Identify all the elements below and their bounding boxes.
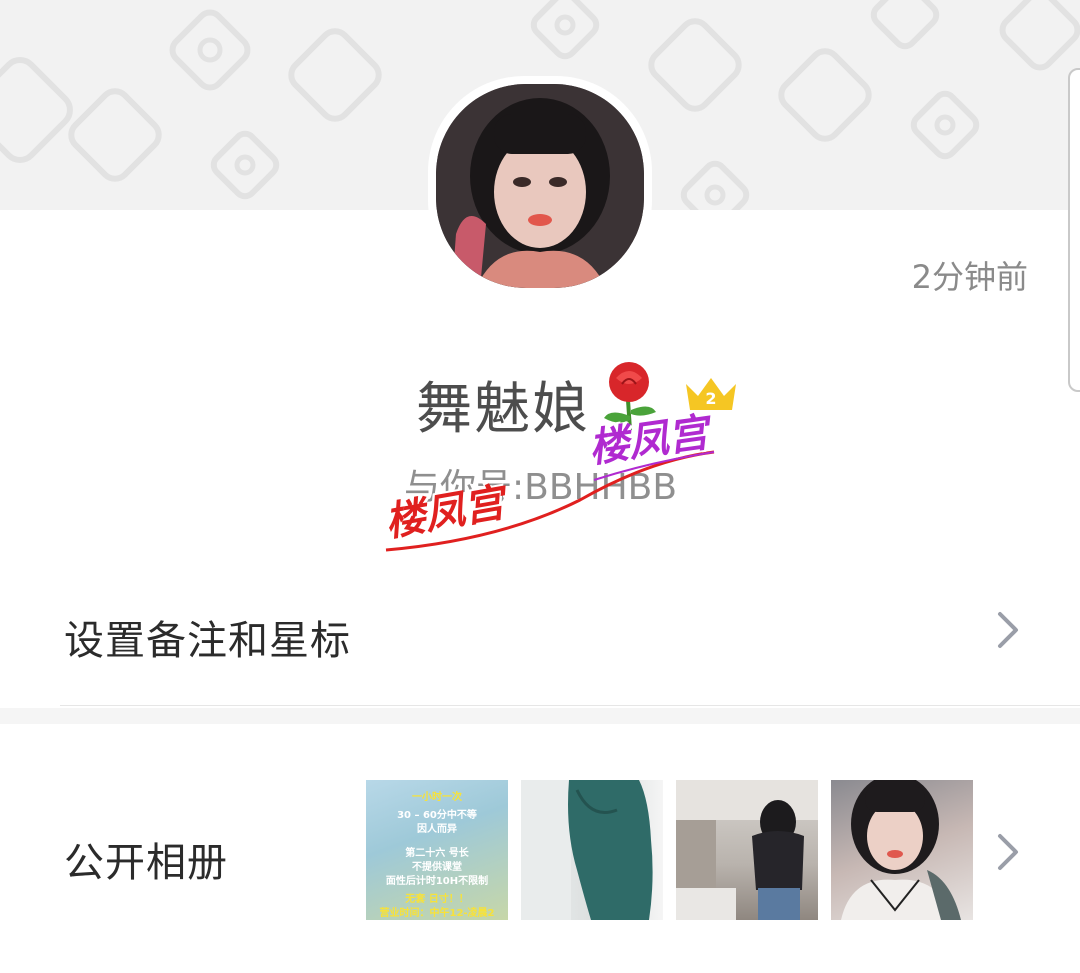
poster-text-line: 不提供课堂 <box>412 862 462 873</box>
poster-text-line: 面性后计时10H不限制 <box>385 876 489 887</box>
album-thumbnail-portrait[interactable] <box>831 780 973 920</box>
public-album-row[interactable]: 公开相册 一小时一次 30 – 60分中不等 因人而异 第二十六 号长 不提供课… <box>0 724 1080 973</box>
divider <box>60 705 1080 706</box>
album-photo <box>841 780 961 920</box>
avatar-frame <box>428 76 652 296</box>
album-photo <box>521 780 653 920</box>
poster-text-line: 一小时一次 <box>412 792 462 803</box>
avatar[interactable] <box>436 84 644 288</box>
album-thumbnail-dress[interactable] <box>521 780 663 920</box>
album-thumbnail-poster[interactable]: 一小时一次 30 – 60分中不等 因人而异 第二十六 号长 不提供课堂 面性后… <box>366 780 508 920</box>
remark-and-star-row[interactable]: 设置备注和星标 <box>0 570 1080 704</box>
poster-text-line: 营业时间：中午12-凌晨2 <box>379 908 495 919</box>
chevron-right-icon <box>998 612 1018 648</box>
poster-text-line: 无套 日寸！！ <box>405 894 469 905</box>
poster-text-line: 30 – 60分中不等 <box>397 810 477 821</box>
album-row-label: 公开相册 <box>64 840 228 886</box>
remark-row-label: 设置备注和星标 <box>64 618 351 664</box>
scrollbar-handle[interactable] <box>1068 68 1080 392</box>
album-thumbnail-room[interactable] <box>676 780 818 920</box>
section-gap <box>0 708 1080 724</box>
poster-text-line: 因人而异 <box>417 824 457 835</box>
poster-text-line: 第二十六 号长 <box>405 848 469 859</box>
avatar-image <box>436 84 644 288</box>
last-active-time: 2分钟前 <box>911 258 1028 296</box>
album-photo <box>676 780 818 920</box>
chevron-right-icon <box>998 834 1018 870</box>
